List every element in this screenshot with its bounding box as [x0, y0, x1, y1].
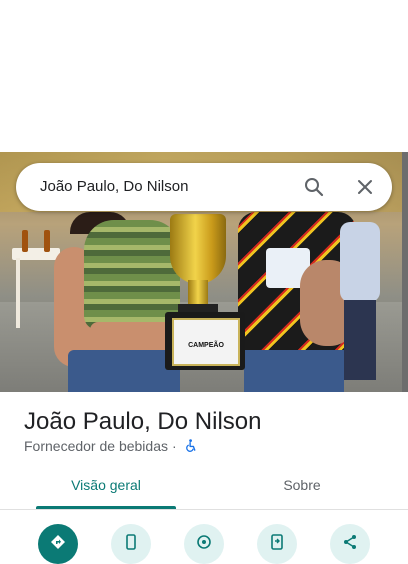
photo-edge [402, 152, 408, 392]
tab-overview[interactable]: Visão geral [36, 470, 176, 510]
place-tabs: Visão geral Sobre [0, 470, 408, 510]
wheelchair-icon[interactable] [181, 438, 198, 454]
photo-bottle [22, 230, 28, 252]
place-title: João Paulo, Do Nilson [24, 408, 262, 435]
place-subtitle: Fornecedor de bebidas · [24, 438, 198, 454]
share-icon [344, 535, 356, 549]
phone-icon [126, 534, 136, 550]
search-bar[interactable]: João Paulo, Do Nilson [16, 163, 392, 211]
search-icon[interactable] [304, 177, 324, 197]
place-category: Fornecedor de bebidas [24, 438, 168, 454]
separator-dot: · [172, 438, 177, 454]
call-button[interactable] [111, 524, 151, 564]
photo-person-far [340, 222, 384, 382]
trophy-cup [170, 214, 226, 284]
photo-person-left [50, 212, 180, 392]
share-button[interactable] [330, 524, 370, 564]
directions-icon [51, 535, 65, 549]
send-to-phone-button[interactable] [257, 524, 297, 564]
tabs-divider [0, 509, 408, 510]
photo-table-leg [16, 258, 20, 328]
trophy-plaque-text: CAMPEÃO [188, 342, 224, 349]
save-button[interactable] [184, 524, 224, 564]
close-icon[interactable] [355, 177, 375, 197]
tab-about[interactable]: Sobre [236, 470, 368, 510]
directions-button[interactable] [38, 524, 78, 564]
send-to-phone-icon [271, 534, 283, 550]
save-location-icon [197, 535, 211, 549]
search-query[interactable]: João Paulo, Do Nilson [40, 178, 188, 195]
action-buttons [0, 520, 408, 564]
trophy-stem [188, 280, 208, 306]
